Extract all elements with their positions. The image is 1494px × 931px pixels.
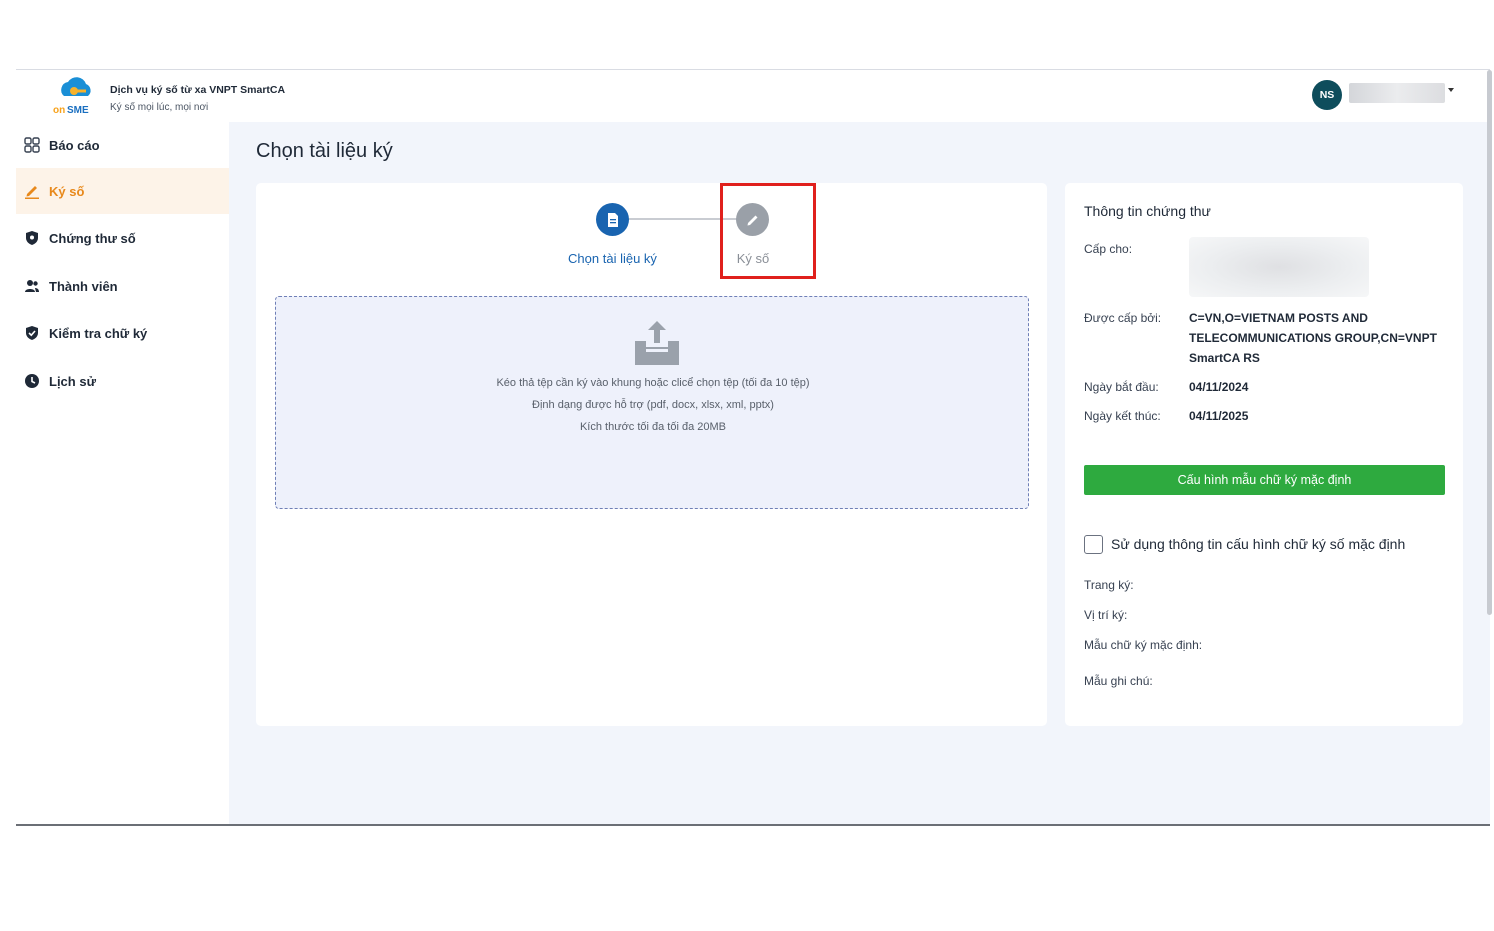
step-1-indicator[interactable] [596, 203, 629, 236]
brand-subtitle: Ký số mọi lúc, mọi nơi [110, 102, 209, 113]
issued-by-value-line2: TELECOMMUNICATIONS GROUP,CN=VNPT [1189, 331, 1437, 345]
user-avatar[interactable]: NS [1312, 80, 1342, 110]
upload-icon [635, 321, 679, 365]
grid-icon [24, 137, 40, 153]
file-dropzone[interactable]: Kéo thả tệp cần ký vào khung hoặc clicể … [275, 296, 1029, 509]
issued-to-label: Cấp cho: [1084, 242, 1133, 256]
use-default-label[interactable]: Sử dụng thông tin cấu hình chữ ký số mặc… [1111, 536, 1405, 552]
chevron-down-icon[interactable] [1448, 88, 1454, 92]
svg-text:SME: SME [67, 105, 89, 116]
top-header: on SME Dịch vụ ký số từ xa VNPT SmartCA … [16, 70, 1490, 122]
shield-check-icon [24, 325, 40, 341]
document-icon [607, 212, 618, 227]
app-window: on SME Dịch vụ ký số từ xa VNPT SmartCA … [16, 69, 1490, 826]
svg-text:on: on [53, 105, 65, 116]
note-template-label: Mẫu ghi chú: [1084, 674, 1153, 688]
end-date-value: 04/11/2025 [1189, 409, 1249, 423]
issued-by-label: Được cấp bởi: [1084, 311, 1162, 325]
certificate-card: Thông tin chứng thư Cấp cho: Được cấp bở… [1065, 183, 1463, 726]
sidebar-item-ky-so[interactable]: Ký số [16, 168, 229, 214]
page-title: Chọn tài liệu ký [256, 140, 393, 162]
brand-title: Dịch vụ ký số từ xa VNPT SmartCA [110, 84, 286, 96]
sidebar-item-label: Lịch sử [49, 373, 96, 389]
sidebar-item-thanh-vien[interactable]: Thành viên [16, 263, 229, 309]
upload-card: Chọn tài liệu ký Ký số Kéo thả tệp cần k… [256, 183, 1047, 726]
sidebar-item-label: Chứng thư số [49, 230, 136, 246]
step-1-label[interactable]: Chọn tài liệu ký [566, 251, 659, 266]
sidebar-item-label: Thành viên [49, 278, 118, 294]
users-icon [24, 278, 40, 294]
end-date-label: Ngày kết thúc: [1084, 409, 1161, 423]
user-name-blurred[interactable] [1349, 83, 1445, 103]
sidebar-item-kiem-tra-chu-ky[interactable]: Kiểm tra chữ ký [16, 310, 229, 356]
sidebar-item-chung-thu-so[interactable]: Chứng thư số [16, 215, 229, 261]
onsme-logo: on SME [53, 77, 91, 116]
dropzone-formats: Định dạng được hỗ trợ (pdf, docx, xlsx, … [532, 399, 774, 411]
sign-position-label: Vị trí ký: [1084, 608, 1128, 622]
issued-by-value-line1: C=VN,O=VIETNAM POSTS AND [1189, 311, 1368, 325]
dropzone-instruction: Kéo thả tệp cần ký vào khung hoặc clicể … [496, 377, 810, 389]
pen-icon [24, 183, 40, 199]
start-date-value: 04/11/2024 [1189, 380, 1249, 394]
sidebar-item-label: Kiểm tra chữ ký [49, 325, 148, 341]
dropzone-size-limit: Kích thước tối đa tối đa 20MB [579, 421, 727, 433]
sidebar-item-lich-su[interactable]: Lịch sử [16, 358, 229, 404]
issued-by-value-line3: SmartCA RS [1189, 351, 1260, 365]
configure-signature-button[interactable]: Cấu hình mẫu chữ ký mặc định [1084, 465, 1445, 495]
sidebar-item-label: Báo cáo [49, 137, 100, 153]
use-default-checkbox[interactable] [1084, 535, 1103, 554]
issued-to-value-blurred [1189, 237, 1369, 297]
sidebar: Báo cáo Ký số Chứng thư số Thành viên Ki… [16, 122, 229, 824]
highlight-box [720, 183, 816, 279]
vertical-scrollbar[interactable] [1487, 70, 1492, 615]
certificate-title: Thông tin chứng thư [1084, 203, 1211, 219]
start-date-label: Ngày bắt đầu: [1084, 380, 1159, 394]
sidebar-item-bao-cao[interactable]: Báo cáo [16, 122, 229, 168]
main-content: Chọn tài liệu ký Chọn tài liệu ký Ký số … [229, 122, 1490, 824]
shield-icon [24, 230, 40, 246]
sidebar-item-label: Ký số [49, 183, 85, 199]
sign-page-label: Trang ký: [1084, 578, 1134, 592]
clock-icon [24, 373, 40, 389]
signature-template-label: Mẫu chữ ký mặc định: [1084, 638, 1203, 652]
